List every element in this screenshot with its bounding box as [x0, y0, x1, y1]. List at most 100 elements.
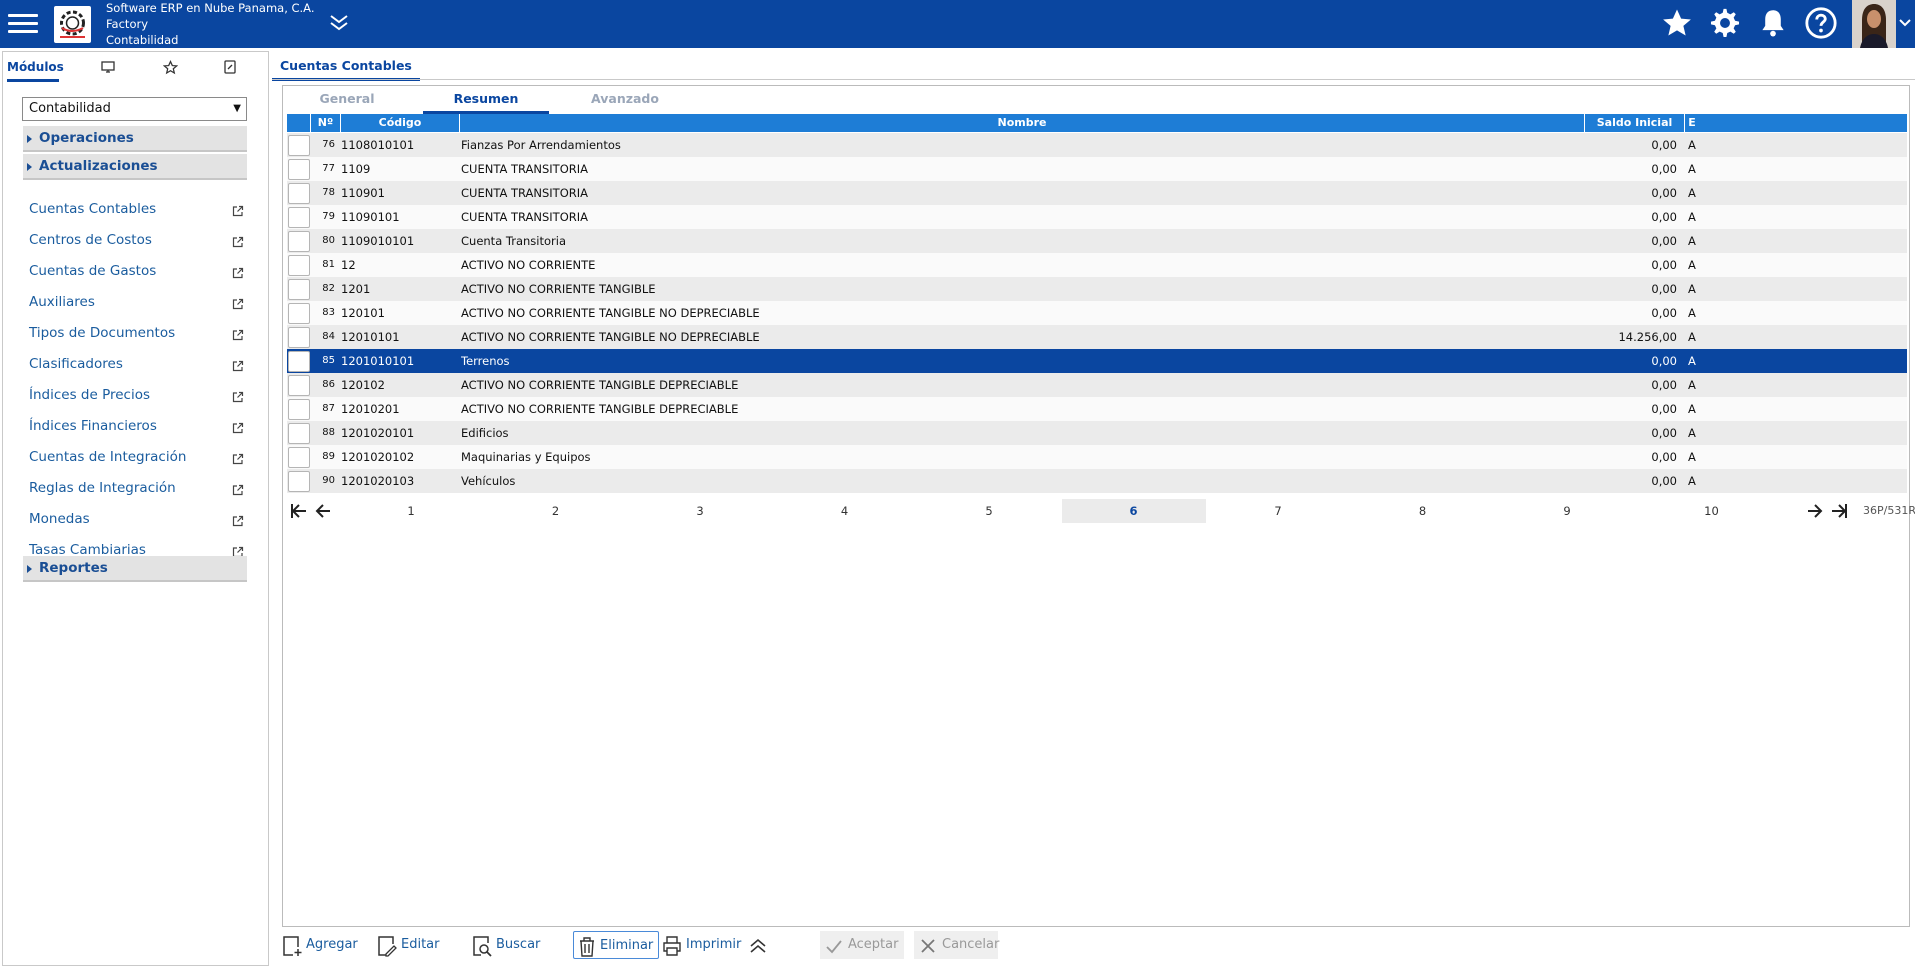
row-checkbox[interactable]	[288, 327, 310, 348]
pager: 1 2 3 4 5 6 7 8 9 10 36P/531R	[287, 499, 1915, 524]
external-link-icon[interactable]	[232, 481, 244, 503]
table-row[interactable]: 82 1201 ACTIVO NO CORRIENTE TANGIBLE 0,00 A	[287, 277, 1907, 301]
sidebar-item[interactable]: Auxiliares	[29, 291, 244, 313]
table-row[interactable]: 76 1108010101 Fianzas Por Arrendamientos 0,…	[287, 133, 1907, 157]
header-name[interactable]: Nombre	[460, 114, 1585, 132]
hamburger-menu-icon[interactable]	[6, 10, 40, 38]
table-row[interactable]: 84 12010101 ACTIVO NO CORRIENTE TANGIBLE N…	[287, 325, 1907, 349]
page-number[interactable]: 5	[917, 499, 1061, 523]
module-select[interactable]: Contabilidad ▼	[22, 97, 247, 121]
page-number[interactable]: 10	[1640, 499, 1784, 523]
section-operaciones[interactable]: Operaciones	[23, 126, 247, 152]
table-row[interactable]: 80 1109010101 Cuenta Transitoria 0,00 A	[287, 229, 1907, 253]
row-checkbox[interactable]	[288, 159, 310, 180]
row-checkbox[interactable]	[288, 183, 310, 204]
sidebar-item[interactable]: Clasificadores	[29, 353, 244, 375]
header-code[interactable]: Código	[341, 114, 460, 132]
first-page-icon[interactable]	[289, 501, 309, 524]
external-link-icon[interactable]	[232, 357, 244, 379]
row-checkbox[interactable]	[288, 303, 310, 324]
row-checkbox[interactable]	[288, 423, 310, 444]
add-button[interactable]: Agregar	[282, 931, 362, 959]
sidebar-item[interactable]: Índices de Precios	[29, 384, 244, 406]
external-link-icon[interactable]	[232, 512, 244, 534]
edit-button[interactable]: Editar	[377, 931, 443, 959]
sidebar-item[interactable]: Reglas de Integración	[29, 477, 244, 499]
section-actualizaciones[interactable]: Actualizaciones	[23, 154, 247, 180]
row-checkbox[interactable]	[288, 231, 310, 252]
sidebar-item[interactable]: Centros de Costos	[29, 229, 244, 251]
double-chevron-down-icon[interactable]	[328, 12, 350, 38]
user-menu-chevron-icon[interactable]	[1898, 14, 1912, 36]
table-row[interactable]: 90 1201020103 Vehículos 0,00 A	[287, 469, 1907, 493]
page-number[interactable]: 6	[1061, 499, 1206, 523]
row-checkbox[interactable]	[288, 279, 310, 300]
table-row[interactable]: 89 1201020102 Maquinarias y Equipos 0,00 A	[287, 445, 1907, 469]
sidebar-item[interactable]: Cuentas de Gastos	[29, 260, 244, 282]
external-link-icon[interactable]	[232, 295, 244, 317]
help-icon[interactable]	[1804, 6, 1840, 42]
table-row[interactable]: 86 120102 ACTIVO NO CORRIENTE TANGIBLE DEP…	[287, 373, 1907, 397]
prev-page-icon[interactable]	[313, 501, 333, 524]
table-row[interactable]: 88 1201020101 Edificios 0,00 A	[287, 421, 1907, 445]
row-checkbox[interactable]	[288, 135, 310, 156]
collapse-toolbar-button[interactable]	[748, 931, 770, 959]
tab-modulos[interactable]: Módulos	[7, 52, 64, 82]
last-page-icon[interactable]	[1829, 501, 1849, 524]
external-link-icon[interactable]	[232, 326, 244, 348]
table-row[interactable]: 78 110901 CUENTA TRANSITORIA 0,00 A	[287, 181, 1907, 205]
tab-cuentas-contables[interactable]: Cuentas Contables	[272, 51, 420, 81]
external-link-icon[interactable]	[232, 233, 244, 255]
header-saldo[interactable]: Saldo Inicial	[1585, 114, 1685, 132]
sidebar-item[interactable]: Cuentas Contables	[29, 198, 244, 220]
table-row[interactable]: 77 1109 CUENTA TRANSITORIA 0,00 A	[287, 157, 1907, 181]
page-number[interactable]: 3	[628, 499, 772, 523]
table-row[interactable]: 83 120101 ACTIVO NO CORRIENTE TANGIBLE NO …	[287, 301, 1907, 325]
external-link-icon[interactable]	[232, 388, 244, 410]
subtab-general[interactable]: General	[317, 90, 377, 114]
page-number[interactable]: 8	[1351, 499, 1495, 523]
external-link-icon[interactable]	[232, 419, 244, 441]
page-number[interactable]: 1	[339, 499, 483, 523]
row-checkbox[interactable]	[288, 351, 310, 372]
header-e[interactable]: E	[1685, 114, 1699, 132]
section-reportes[interactable]: Reportes	[23, 556, 247, 582]
subtab-resumen[interactable]: Resumen	[423, 90, 549, 114]
sidebar-item[interactable]: Índices Financieros	[29, 415, 244, 437]
page-number[interactable]: 9	[1495, 499, 1639, 523]
tab-favorites[interactable]	[155, 52, 185, 82]
next-page-icon[interactable]	[1805, 501, 1825, 524]
table-row[interactable]: 85 1201010101 Terrenos 0,00 A	[287, 349, 1907, 373]
print-button[interactable]: Imprimir	[662, 931, 742, 959]
table-row[interactable]: 87 12010201 ACTIVO NO CORRIENTE TANGIBLE D…	[287, 397, 1907, 421]
external-link-icon[interactable]	[232, 450, 244, 472]
tab-documents[interactable]	[215, 52, 245, 82]
notifications-bell-icon[interactable]	[1756, 6, 1792, 42]
sidebar-item[interactable]: Monedas	[29, 508, 244, 530]
cancel-button[interactable]: Cancelar	[914, 931, 999, 959]
user-avatar[interactable]	[1852, 0, 1896, 48]
sidebar-item[interactable]: Tipos de Documentos	[29, 322, 244, 344]
row-checkbox[interactable]	[288, 471, 310, 492]
favorites-star-icon[interactable]	[1660, 6, 1696, 42]
subtab-avanzado[interactable]: Avanzado	[585, 90, 665, 114]
row-checkbox[interactable]	[288, 447, 310, 468]
sidebar-item[interactable]: Cuentas de Integración	[29, 446, 244, 468]
row-checkbox[interactable]	[288, 255, 310, 276]
row-checkbox[interactable]	[288, 399, 310, 420]
settings-gear-icon[interactable]	[1708, 6, 1744, 42]
page-number[interactable]: 7	[1206, 499, 1350, 523]
row-checkbox[interactable]	[288, 375, 310, 396]
table-row[interactable]: 81 12 ACTIVO NO CORRIENTE 0,00 A	[287, 253, 1907, 277]
page-number[interactable]: 2	[484, 499, 628, 523]
header-no[interactable]: Nº	[311, 114, 341, 132]
accept-button[interactable]: Aceptar	[820, 931, 904, 959]
external-link-icon[interactable]	[232, 202, 244, 224]
external-link-icon[interactable]	[232, 264, 244, 286]
search-button[interactable]: Buscar	[472, 931, 542, 959]
delete-button[interactable]: Eliminar	[573, 931, 659, 959]
page-number[interactable]: 4	[773, 499, 917, 523]
row-checkbox[interactable]	[288, 207, 310, 228]
table-row[interactable]: 79 11090101 CUENTA TRANSITORIA 0,00 A	[287, 205, 1907, 229]
tab-monitor[interactable]	[93, 52, 123, 82]
